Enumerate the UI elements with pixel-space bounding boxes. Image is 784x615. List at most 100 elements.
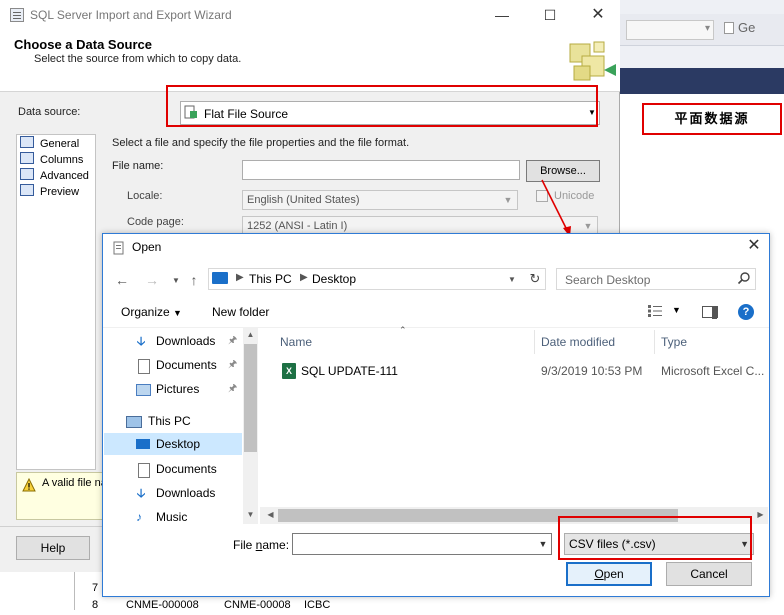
label-text: ame: [262,538,290,552]
close-icon[interactable]: ✕ [744,236,764,256]
scroll-left-icon[interactable]: ◀ [263,510,278,519]
chevron-down-icon: ▼ [503,195,513,205]
ssms-tab-strip [620,68,784,94]
data-source-label: Data source: [18,106,81,118]
new-folder-button[interactable]: New folder [212,305,269,319]
tree-item-documents[interactable]: Documents 🖈 [104,354,242,376]
tree-item-desktop[interactable]: Desktop [104,433,242,455]
results-cell: CNME-000008 [126,599,199,611]
scroll-up-icon[interactable]: ▲ [243,330,258,339]
tree-item-this-pc[interactable]: This PC [104,410,242,432]
breadcrumb-desktop[interactable]: Desktop [312,272,356,286]
tree-item-label: Downloads [156,334,216,348]
results-cell: ICBC [304,599,331,611]
chevron-right-icon[interactable]: ▶ [236,272,244,283]
file-name: SQL UPDATE-111 [301,364,398,378]
organize-button[interactable]: Organize ▼ [121,305,182,319]
row-number: 8 [92,599,99,611]
code-page-label: Code page: [127,216,184,228]
preview-pane-icon[interactable] [702,306,718,319]
column-header-type[interactable]: Type [661,335,687,349]
up-arrow-icon[interactable]: ↑ [186,272,202,288]
forward-arrow-icon[interactable]: → [144,272,160,288]
back-arrow-icon[interactable]: ← [114,272,130,288]
refresh-icon[interactable]: ↻ [526,270,544,288]
wizard-app-icon [10,8,24,22]
file-date: 9/3/2019 10:53 PM [541,364,643,378]
organize-label: Organize [121,305,170,319]
recent-locations-icon[interactable]: ▼ [168,276,184,285]
file-type: Microsoft Excel C... [661,364,765,378]
scroll-right-icon[interactable]: ▶ [753,510,768,519]
close-icon[interactable]: ✕ [578,4,618,26]
wizard-window-title: SQL Server Import and Export Wizard [30,8,232,22]
excel-icon: X [282,363,296,379]
file-name-input[interactable] [292,533,552,555]
tree-item-music[interactable]: ♪ Music [104,506,242,524]
view-options-icon[interactable] [647,304,663,318]
tree-item-label: This PC [148,414,191,428]
nav-item-preview[interactable]: Preview [20,184,79,200]
nav-item-columns[interactable]: Columns [20,152,83,168]
tree-item-documents[interactable]: Documents [104,458,242,480]
accelerator-key: O [594,567,604,581]
column-header-name[interactable]: Name [280,335,312,349]
grid-icon[interactable] [724,22,734,34]
warning-icon [22,478,36,492]
ssms-toolbar-text: Ge [738,20,756,35]
tree-item-pictures[interactable]: Pictures 🖈 [104,378,242,400]
pin-icon: 🖈 [228,359,238,370]
grid-icon [20,152,34,164]
row-number: 7 [92,582,99,594]
file-name-label: File name: [112,160,164,172]
chevron-down-icon[interactable]: ▼ [535,534,551,554]
nav-item-advanced[interactable]: Advanced [20,168,89,184]
pin-icon: 🖈 [228,335,238,346]
computer-icon [212,272,228,284]
chevron-down-icon: ▼ [173,308,182,318]
locale-value: English (United States) [247,194,360,206]
chevron-down-icon[interactable]: ▼ [508,275,516,284]
open-button[interactable]: Open [566,562,652,586]
chevron-down-icon[interactable]: ▼ [672,305,681,315]
column-divider[interactable] [654,330,655,354]
tree-item-label: Downloads [156,486,216,500]
breadcrumb-this-pc[interactable]: This PC [249,272,292,286]
document-icon [138,359,150,374]
scroll-down-icon[interactable]: ▼ [243,510,258,519]
open-dialog-icon [113,241,124,255]
column-header-date-modified[interactable]: Date modified [541,335,615,349]
nav-item-label: Preview [40,186,80,198]
tree-item-downloads[interactable]: 🡣 Downloads 🖈 [104,330,242,352]
grid-icon [20,136,34,148]
locale-select[interactable]: English (United States) ▼ [242,190,518,210]
cancel-button[interactable]: Cancel [666,562,752,586]
column-divider[interactable] [534,330,535,354]
help-button[interactable]: Help [16,536,90,560]
help-icon[interactable]: ? [738,304,754,320]
search-icon[interactable] [737,271,751,285]
file-name-input[interactable] [242,160,520,180]
download-icon: 🡣 [136,334,146,348]
file-list [260,328,768,524]
minimize-icon[interactable]: — [482,4,522,26]
dialog-command-bar [103,298,769,328]
tree-item-downloads[interactable]: 🡣 Downloads [104,482,242,504]
results-cell: CNME-00008 [224,599,291,611]
music-icon: ♪ [136,510,142,524]
sort-ascending-icon: ⌃ [399,325,407,335]
chevron-right-icon[interactable]: ▶ [300,272,308,283]
desktop-icon [136,439,150,449]
annotation-label: 平面数据源 [642,103,782,135]
annotation-arrow [541,179,571,237]
description-text: Select a file and specify the file prope… [112,137,410,149]
tree-item-label: Documents [156,462,217,476]
maximize-icon[interactable]: ☐ [530,4,570,26]
nav-item-general[interactable]: General [20,136,79,152]
computer-icon [126,416,142,428]
label-text: File [233,538,256,552]
ssms-toolbar-dropdown[interactable] [626,20,714,40]
open-label: pen [603,567,624,581]
tree-scroll-thumb[interactable] [244,344,257,452]
tree-item-label: Documents [156,358,217,372]
